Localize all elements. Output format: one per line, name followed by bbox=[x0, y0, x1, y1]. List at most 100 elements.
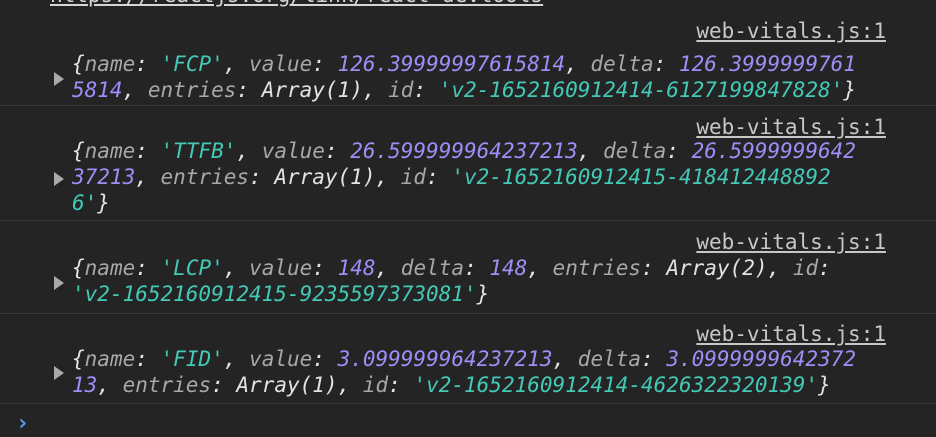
log-token: id bbox=[792, 256, 819, 280]
log-line: {name: 'LCP', value: 148, delta: 148, en… bbox=[72, 255, 902, 281]
log-token: 26.599999964237213 bbox=[350, 139, 578, 163]
log-line: {name: 'FID', value: 3.099999964237213, … bbox=[72, 346, 902, 372]
log-token: , bbox=[375, 256, 401, 280]
log-token: : bbox=[249, 165, 275, 189]
log-token: , bbox=[552, 347, 578, 371]
log-token: { bbox=[72, 139, 85, 163]
log-token: , bbox=[337, 373, 363, 397]
log-token: : bbox=[464, 256, 490, 280]
log-token: name bbox=[84, 256, 136, 280]
log-token: { bbox=[72, 347, 85, 371]
log-token: : bbox=[653, 52, 679, 76]
log-token: } bbox=[97, 191, 110, 215]
log-token: delta bbox=[577, 347, 642, 371]
log-token: 13 bbox=[72, 373, 98, 397]
log-token: delta bbox=[603, 139, 667, 163]
log-token: value bbox=[249, 347, 313, 371]
log-token: 3.099999964237213 bbox=[337, 347, 553, 371]
log-token: value bbox=[249, 52, 313, 76]
source-link[interactable]: web-vitals.js:1 bbox=[696, 18, 886, 44]
log-token: : bbox=[312, 52, 338, 76]
log-token: : bbox=[413, 78, 439, 102]
log-token: : bbox=[236, 78, 262, 102]
console-entry: web-vitals.js:1 {name: 'LCP', value: 148,… bbox=[0, 220, 936, 313]
log-token: 'FCP' bbox=[160, 52, 224, 76]
log-token: , bbox=[122, 78, 148, 102]
log-token: 148 bbox=[489, 256, 528, 280]
log-token: id bbox=[388, 78, 414, 102]
log-token: { bbox=[72, 52, 85, 76]
log-token: : bbox=[135, 256, 161, 280]
log-line: 5814, entries: Array(1), id: 'v2-1652160… bbox=[72, 77, 902, 103]
log-token: , bbox=[375, 165, 401, 189]
expand-triangle-icon[interactable] bbox=[54, 276, 64, 290]
log-object-preview[interactable]: {name: 'FID', value: 3.099999964237213, … bbox=[72, 346, 902, 398]
log-token: entries bbox=[160, 165, 250, 189]
source-link[interactable]: web-vitals.js:1 bbox=[696, 321, 886, 347]
expand-triangle-icon[interactable] bbox=[54, 72, 64, 86]
log-token: 5814 bbox=[72, 78, 123, 102]
log-token: , bbox=[767, 256, 793, 280]
log-token: Array(1) bbox=[261, 78, 363, 102]
log-token: : bbox=[666, 139, 692, 163]
log-token: : bbox=[426, 165, 452, 189]
log-token: id bbox=[362, 373, 389, 397]
log-token: Array(2) bbox=[666, 256, 768, 280]
log-object-preview[interactable]: {name: 'TTFB', value: 26.599999964237213… bbox=[72, 138, 902, 216]
console-entry: web-vitals.js:1 {name: 'FID', value: 3.09… bbox=[0, 313, 936, 403]
log-token: , bbox=[577, 139, 604, 163]
console-entry: web-vitals.js:1 {name: 'FCP', value: 126.… bbox=[0, 6, 936, 105]
log-token: value bbox=[249, 256, 313, 280]
log-token: entries bbox=[147, 78, 237, 102]
log-token: } bbox=[818, 373, 831, 397]
log-token: 'v2-1652160912415-9235597373081' bbox=[72, 282, 477, 306]
log-token: , bbox=[135, 165, 161, 189]
log-token: 'TTFB' bbox=[160, 139, 237, 163]
log-line: {name: 'TTFB', value: 26.599999964237213… bbox=[72, 138, 902, 164]
log-token: : bbox=[324, 139, 351, 163]
log-token: : bbox=[641, 347, 667, 371]
log-line: {name: 'FCP', value: 126.39999997615814,… bbox=[72, 51, 902, 77]
log-token: , bbox=[565, 52, 591, 76]
log-token: : bbox=[312, 347, 338, 371]
log-token: : bbox=[312, 256, 338, 280]
log-token: 6' bbox=[72, 191, 98, 215]
log-token: 3.0999999642372 bbox=[666, 347, 856, 371]
log-token: , bbox=[362, 78, 389, 102]
log-token: : bbox=[135, 139, 161, 163]
log-token: , bbox=[223, 52, 250, 76]
log-token: : bbox=[818, 256, 831, 280]
log-line: 37213, entries: Array(1), id: 'v2-165216… bbox=[72, 164, 902, 190]
log-object-preview[interactable]: {name: 'FCP', value: 126.39999997615814,… bbox=[72, 51, 902, 103]
log-token: , bbox=[223, 256, 250, 280]
log-token: , bbox=[97, 373, 123, 397]
log-token: entries bbox=[552, 256, 642, 280]
log-token: entries bbox=[122, 373, 212, 397]
log-token: , bbox=[223, 347, 250, 371]
source-link[interactable]: web-vitals.js:1 bbox=[696, 114, 886, 140]
log-token: } bbox=[843, 78, 856, 102]
expand-triangle-icon[interactable] bbox=[54, 172, 64, 186]
log-token: , bbox=[527, 256, 553, 280]
log-token: name bbox=[84, 347, 136, 371]
log-token: 26.5999999642 bbox=[691, 139, 856, 163]
expand-triangle-icon[interactable] bbox=[54, 366, 64, 380]
log-token: 126.3999999761 bbox=[678, 52, 856, 76]
console-input-prompt[interactable]: › bbox=[0, 403, 936, 436]
log-token: delta bbox=[590, 52, 654, 76]
console-entry: web-vitals.js:1 {name: 'TTFB', value: 26.… bbox=[0, 105, 936, 220]
prompt-chevron-icon: › bbox=[16, 411, 30, 436]
log-line: 6'} bbox=[72, 190, 902, 216]
log-token: 'v2-1652160912415-418412448892 bbox=[451, 165, 831, 189]
log-token: name bbox=[84, 139, 136, 163]
source-link[interactable]: web-vitals.js:1 bbox=[696, 229, 886, 255]
log-object-preview[interactable]: {name: 'LCP', value: 148, delta: 148, en… bbox=[72, 255, 902, 307]
log-line: 'v2-1652160912415-9235597373081'} bbox=[72, 281, 902, 307]
log-token: 'v2-1652160912414-4626322320139' bbox=[413, 373, 819, 397]
log-token: 'v2-1652160912414-6127199847828' bbox=[438, 78, 844, 102]
log-token: name bbox=[84, 52, 136, 76]
log-token: : bbox=[388, 373, 414, 397]
log-token: 126.39999997615814 bbox=[337, 52, 566, 76]
log-token: Array(1) bbox=[274, 165, 376, 189]
log-token: , bbox=[236, 139, 262, 163]
